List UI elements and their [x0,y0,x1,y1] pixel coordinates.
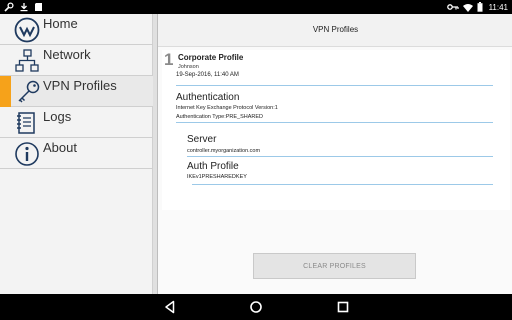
divider [176,122,493,123]
active-indicator [0,76,11,107]
divider [192,184,493,185]
download-icon [20,3,28,12]
home-circle-icon[interactable] [248,299,264,315]
divider [187,156,493,157]
sidebar-item-label: Logs [43,109,72,124]
sidebar-item-logs[interactable]: Logs [0,107,153,138]
status-bar: 11:41 [0,0,512,14]
auth-type-line: Authentication Type:PRE_SHARED [176,114,264,120]
sidebar-item-label: VPN Profiles [43,78,117,93]
clear-profiles-button[interactable]: CLEAR PROFILES [253,253,416,279]
profile-date: 19-Sep-2016, 11:40 AM [176,72,239,78]
main-header: VPN Profiles [158,14,512,47]
profile-number: 1 [164,50,174,69]
sidebar-item-label: About [43,140,77,155]
logo-icon [14,17,40,43]
sidebar-item-home[interactable]: Home [0,14,153,45]
sidebar-item-network[interactable]: Network [0,45,153,76]
back-icon[interactable] [162,299,178,315]
page-title: VPN Profiles [312,25,359,34]
sidebar: Home Network VPN Profiles Logs About [0,14,153,294]
network-icon [15,49,39,72]
sidebar-item-label: Home [43,16,78,31]
vpn-key-icon [446,4,459,10]
sidebar-item-about[interactable]: About [0,138,153,169]
key-icon [18,80,40,103]
main-panel: VPN Profiles 1 Corporate Profile Johnson… [157,14,512,294]
wifi-icon [462,3,473,12]
auth-profile-value: IKEv1PRESHAREDKEY [187,174,247,180]
log-icon [17,112,35,134]
sidebar-item-vpn-profiles[interactable]: VPN Profiles [0,76,153,107]
authentication-heading: Authentication [176,92,240,103]
sd-card-icon [35,3,42,11]
battery-icon [477,2,483,12]
status-right-icons: 11:41 [446,0,508,14]
profile-user: Johnson [178,64,199,70]
sidebar-item-label: Network [43,47,91,62]
auth-protocol-line: Internet Key Exchange Protocol Version:1 [176,105,278,111]
system-nav-bar [0,294,512,320]
server-heading: Server [187,134,217,145]
server-value: controller.myorganization.com [187,148,261,154]
status-left-icons [4,1,43,13]
vpn-profile-card[interactable]: 1 Corporate Profile Johnson 19-Sep-2016,… [162,50,510,210]
clock: 11:41 [488,2,508,12]
info-icon [15,142,39,166]
recents-icon[interactable] [335,299,351,315]
wrench-icon [4,2,14,12]
divider [176,85,493,86]
auth-profile-heading: Auth Profile [187,161,239,172]
profile-name: Corporate Profile [178,53,244,62]
